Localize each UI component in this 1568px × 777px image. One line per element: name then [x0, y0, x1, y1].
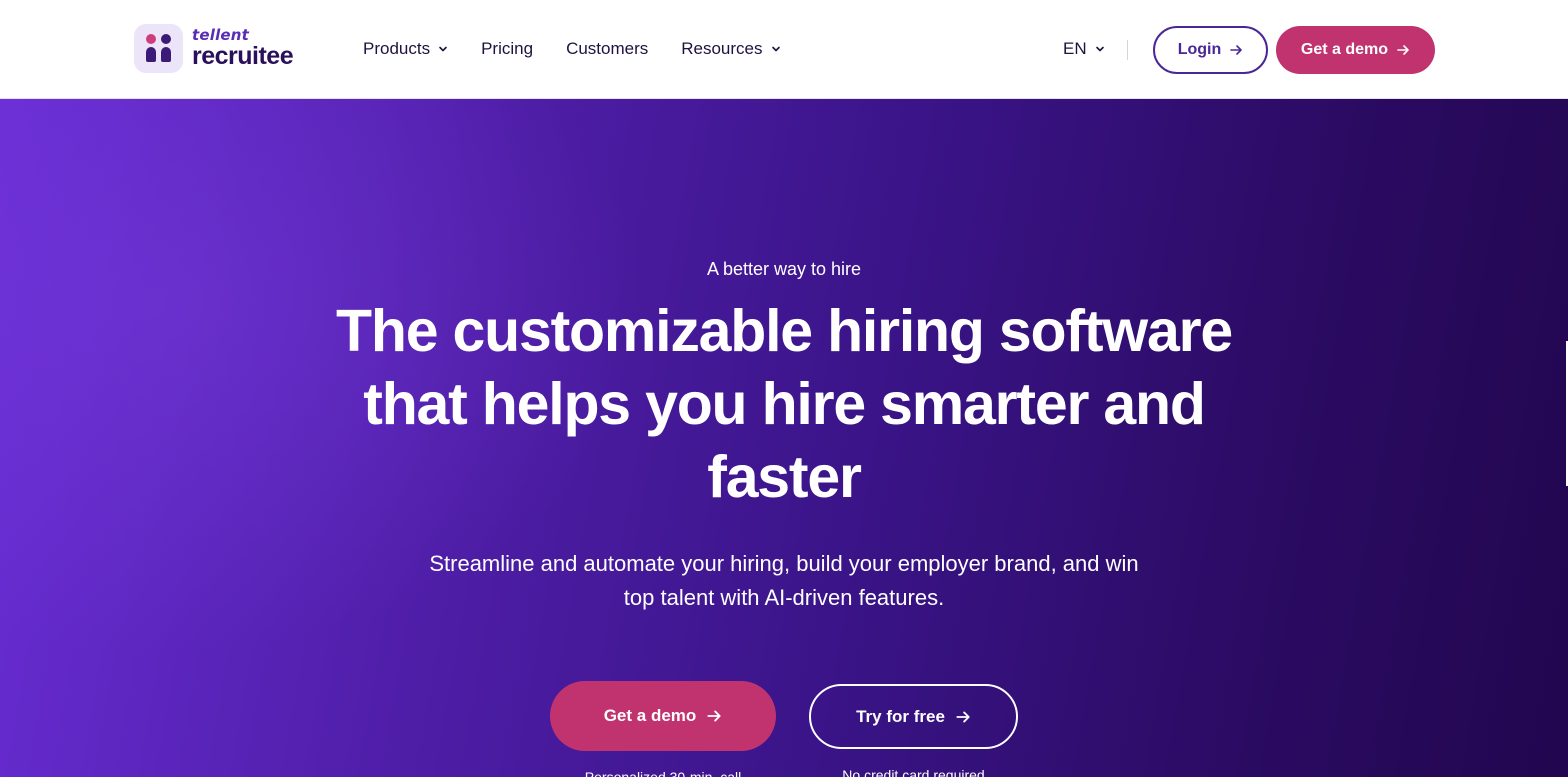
- arrow-right-icon: [1397, 45, 1409, 55]
- nav-pricing[interactable]: Pricing: [481, 39, 533, 59]
- try-note: No credit card required: [842, 767, 985, 777]
- logo-wordmark-small: tellent: [192, 26, 250, 44]
- logo-icon: [134, 24, 183, 73]
- hero-subheadline: Streamline and automate your hiring, bui…: [429, 551, 1139, 610]
- hero-eyebrow: A better way to hire: [706, 259, 862, 279]
- chevron-down-icon: [439, 46, 447, 52]
- nav-customers[interactable]: Customers: [566, 39, 648, 59]
- try-for-free-button[interactable]: Try for free: [809, 684, 1018, 749]
- main-nav: Products Pricing Customers Resources: [363, 37, 814, 61]
- nav-resources[interactable]: Resources: [681, 39, 780, 59]
- hero-section: A better way to hire The customizable hi…: [0, 99, 1568, 777]
- get-demo-button[interactable]: Get a demo: [1276, 26, 1435, 74]
- logo-wordmark: recruitee: [192, 42, 294, 70]
- nav-divider: [1127, 40, 1128, 60]
- chevron-down-icon: [771, 46, 780, 52]
- nav-products[interactable]: Products: [363, 39, 448, 59]
- arrow-right-icon: [1230, 45, 1243, 55]
- hero-get-demo-button[interactable]: Get a demo: [550, 681, 776, 751]
- language-selector[interactable]: EN: [1063, 37, 1105, 61]
- login-button[interactable]: Login: [1153, 26, 1268, 74]
- demo-note: Personalized 30-min. call: [584, 769, 742, 777]
- chevron-down-icon: [1095, 46, 1104, 52]
- brand-logo[interactable]: tellent recruitee: [134, 24, 294, 73]
- hero-headline: The customizable hiring software that he…: [336, 298, 1233, 510]
- arrow-right-icon: [956, 711, 970, 722]
- arrow-right-icon: [707, 710, 721, 722]
- site-header: tellent recruitee Products Pricing Custo…: [0, 0, 1568, 99]
